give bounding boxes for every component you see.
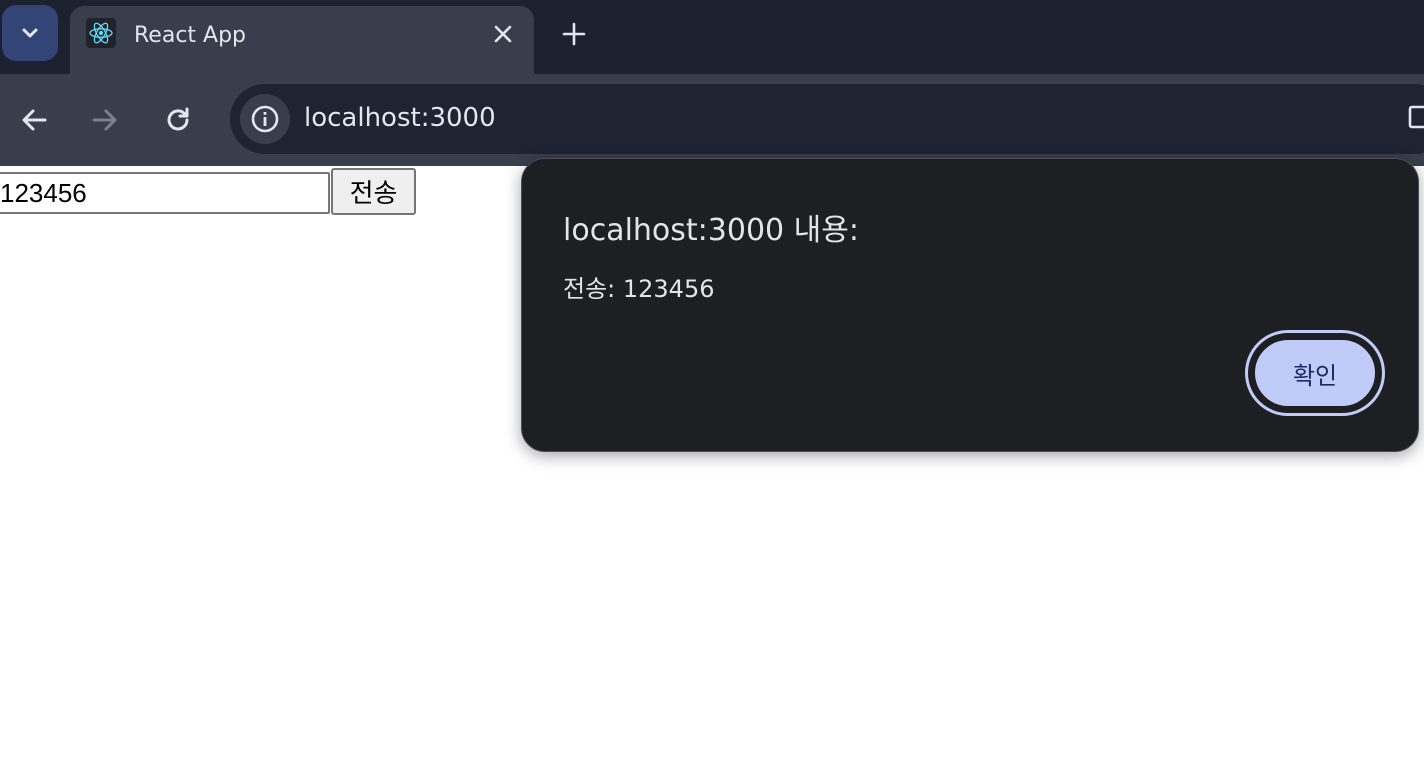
react-logo-icon — [86, 18, 116, 48]
forward-button[interactable] — [85, 100, 125, 140]
browser-toolbar: localhost:3000 — [0, 74, 1424, 166]
ok-button[interactable]: 확인 — [1245, 330, 1385, 416]
text-input[interactable] — [0, 172, 330, 214]
cast-icon[interactable] — [1408, 104, 1424, 134]
new-tab-button[interactable] — [556, 16, 592, 52]
active-tab[interactable]: React App — [70, 6, 534, 78]
url-text[interactable]: localhost:3000 — [304, 103, 496, 133]
dialog-message: 전송: 123456 — [563, 275, 715, 303]
close-tab-icon[interactable] — [488, 19, 518, 49]
dialog-title: localhost:3000 내용: — [563, 213, 859, 248]
tab-search-button[interactable] — [2, 5, 58, 61]
arrow-left-icon — [22, 109, 47, 131]
address-bar[interactable]: localhost:3000 — [230, 84, 1424, 154]
tab-strip: React App — [0, 0, 1424, 78]
site-info-button[interactable] — [240, 94, 290, 144]
info-icon — [251, 105, 279, 133]
tab-title: React App — [134, 23, 247, 48]
reload-button[interactable] — [158, 100, 198, 140]
plus-icon — [562, 22, 586, 46]
back-button[interactable] — [14, 100, 54, 140]
chevron-down-icon — [22, 28, 38, 38]
reload-icon — [167, 107, 189, 131]
arrow-right-icon — [92, 109, 117, 131]
alert-dialog: localhost:3000 내용: 전송: 123456 확인 — [521, 158, 1419, 452]
submit-button[interactable]: 전송 — [331, 168, 416, 215]
ok-button-label: 확인 — [1252, 337, 1378, 409]
